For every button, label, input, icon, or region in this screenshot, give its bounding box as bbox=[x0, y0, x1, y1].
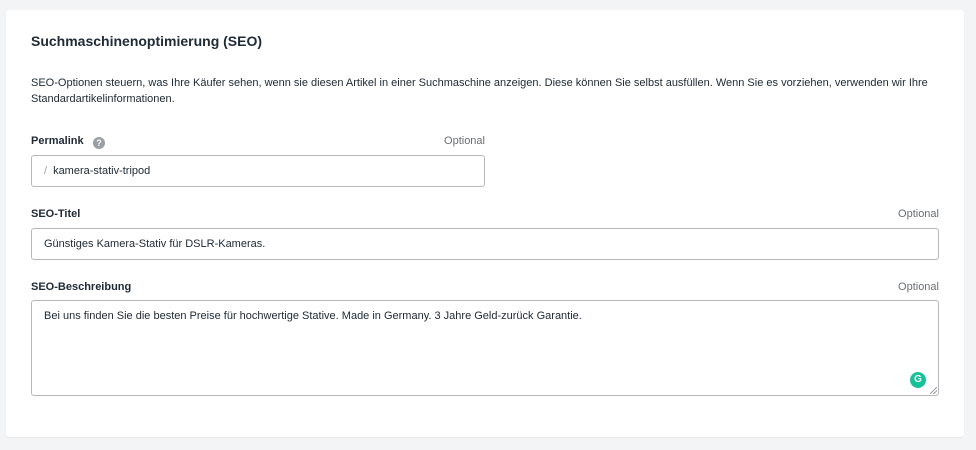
seo-description-optional: Optional bbox=[898, 281, 939, 293]
section-title: Suchmaschinenoptimierung (SEO) bbox=[31, 33, 263, 49]
seo-title-input[interactable]: Günstiges Kamera-Stativ für DSLR-Kameras… bbox=[31, 228, 939, 260]
seo-card: Suchmaschinenoptimierung (SEO) SEO-Optio… bbox=[6, 10, 964, 437]
help-icon[interactable]: ? bbox=[93, 137, 105, 149]
permalink-prefix: / bbox=[44, 165, 48, 177]
seo-description-textarea[interactable]: Bei uns finden Sie die besten Preise für… bbox=[31, 300, 939, 396]
permalink-input[interactable]: / kamera-stativ-tripod bbox=[31, 155, 485, 187]
resize-handle[interactable] bbox=[930, 387, 937, 394]
seo-description-value: Bei uns finden Sie die besten Preise für… bbox=[44, 310, 582, 322]
permalink-label: Permalink bbox=[31, 135, 84, 147]
seo-title-optional: Optional bbox=[898, 208, 939, 220]
seo-title-label: SEO-Titel bbox=[31, 208, 81, 220]
permalink-value: kamera-stativ-tripod bbox=[53, 165, 151, 177]
permalink-optional: Optional bbox=[444, 135, 485, 147]
section-description: SEO-Optionen steuern, was Ihre Käufer se… bbox=[31, 77, 928, 105]
seo-title-value: Günstiges Kamera-Stativ für DSLR-Kameras… bbox=[44, 238, 266, 250]
grammarly-icon[interactable]: G bbox=[910, 372, 926, 388]
seo-description-label: SEO-Beschreibung bbox=[31, 281, 132, 293]
